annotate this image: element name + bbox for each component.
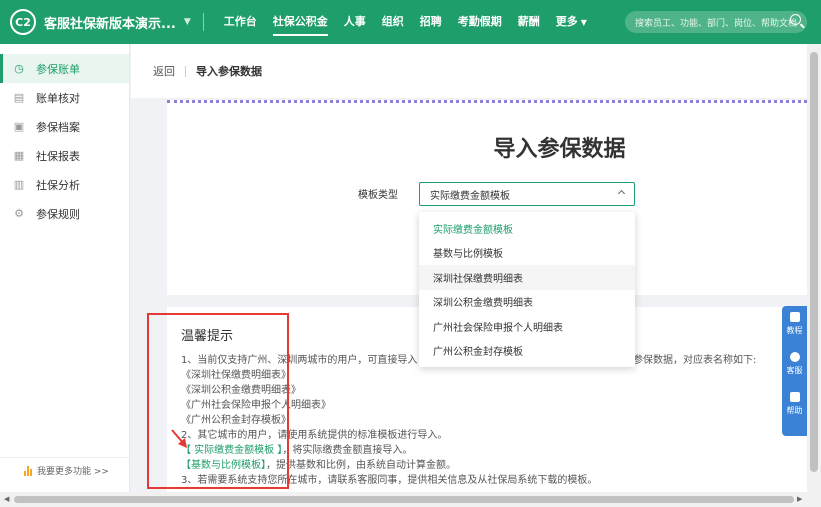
customer-service-button[interactable]: 客服 <box>787 352 803 392</box>
sidebar-item-report[interactable]: ▦ 社保报表 <box>0 141 129 170</box>
help-doc-icon <box>789 392 800 402</box>
sidebar-item-archive[interactable]: ▣ 参保档案 <box>0 112 129 141</box>
global-search-input[interactable]: 搜索员工、功能、部门、岗位、帮助文档 <box>625 11 807 33</box>
vertical-scroll-thumb[interactable] <box>810 52 818 472</box>
nav-hr[interactable]: 人事 <box>336 0 374 44</box>
template-dropdown-menu: 实际缴费金额模板 基数与比例模板 深圳社保缴费明细表 深圳公积金缴费明细表 广州… <box>419 212 635 367</box>
dropdown-option[interactable]: 实际缴费金额模板 <box>419 216 635 241</box>
floating-help-panel: 教程 客服 帮助 <box>782 306 807 436</box>
breadcrumb: 返回 导入参保数据 <box>131 44 807 98</box>
more-features-label: 我要更多功能 >> <box>37 467 109 477</box>
scroll-right-icon[interactable]: ▶ <box>797 495 802 503</box>
annotation-highlight-box <box>147 313 289 489</box>
tutorial-label: 教程 <box>786 326 803 335</box>
nav-attendance[interactable]: 考勤假期 <box>450 0 510 44</box>
more-features-link[interactable]: 我要更多功能 >> <box>0 457 129 483</box>
dropdown-option[interactable]: 基数与比例模板 <box>419 241 635 266</box>
main-nav: 工作台 社保公积金 人事 组织 招聘 考勤假期 薪酬 更多 ▼ <box>216 0 595 44</box>
template-type-select[interactable]: 实际缴费金额模板 <box>419 182 635 206</box>
page-title: 导入参保数据 <box>493 137 626 162</box>
tutorial-icon <box>789 312 800 322</box>
horizontal-scroll-thumb[interactable] <box>14 496 794 503</box>
nav-social-security[interactable]: 社保公积金 <box>265 0 336 44</box>
analysis-chart-icon: ▥ <box>13 178 25 191</box>
breadcrumb-current: 导入参保数据 <box>196 65 262 78</box>
bill-icon: ◷ <box>14 62 24 75</box>
sidebar-item-rules[interactable]: ⚙ 参保规则 <box>0 199 129 228</box>
tips-line-1-tail: 参保数据，对应表名称如下: <box>633 355 757 366</box>
nav-recruitment[interactable]: 招聘 <box>412 0 450 44</box>
chevron-up-icon <box>617 189 626 198</box>
top-navbar: C2 客服社保新版本演示... ▼ 工作台 社保公积金 人事 组织 招聘 考勤假… <box>0 0 821 44</box>
sidebar: ◷ 参保账单 ▤ 账单核对 ▣ 参保档案 ▦ 社保报表 ▥ 社保分析 ⚙ 参保规… <box>0 44 130 507</box>
sidebar-item-label: 账单核对 <box>36 91 80 105</box>
sidebar-item-label: 参保档案 <box>36 120 80 134</box>
settings-rule-icon: ⚙ <box>14 207 24 220</box>
nav-payroll[interactable]: 薪酬 <box>510 0 548 44</box>
sidebar-item-label: 参保账单 <box>36 62 80 76</box>
sidebar-item-label: 参保规则 <box>36 207 80 221</box>
help-button[interactable]: 帮助 <box>787 392 803 432</box>
app-title[interactable]: 客服社保新版本演示... <box>44 13 176 32</box>
chevron-down-icon[interactable]: ▼ <box>184 17 191 27</box>
report-icon: ▦ <box>13 149 25 162</box>
template-type-label: 模板类型 <box>358 190 398 201</box>
divider <box>185 65 186 77</box>
tips-template-1-desc: ，将实际缴费金额直接导入。 <box>282 445 413 456</box>
sidebar-item-bill-check[interactable]: ▤ 账单核对 <box>0 83 129 112</box>
nav-more-label: 更多 <box>555 15 578 28</box>
help-label: 帮助 <box>786 406 803 415</box>
chat-icon <box>789 352 800 362</box>
chevron-down-icon: ▼ <box>580 18 587 27</box>
nav-workbench[interactable]: 工作台 <box>216 0 265 44</box>
nav-more[interactable]: 更多 ▼ <box>548 0 595 44</box>
scroll-left-icon[interactable]: ◀ <box>4 495 9 503</box>
customer-service-label: 客服 <box>786 366 803 375</box>
divider <box>202 13 204 31</box>
nav-organization[interactable]: 组织 <box>374 0 412 44</box>
sidebar-item-label: 社保报表 <box>36 149 80 163</box>
company-logo: C2 <box>10 9 36 35</box>
sidebar-item-billing[interactable]: ◷ 参保账单 <box>0 54 129 83</box>
dropdown-option[interactable]: 广州公积金封存模板 <box>419 339 635 364</box>
archive-icon: ▣ <box>13 120 25 133</box>
search-placeholder: 搜索员工、功能、部门、岗位、帮助文档 <box>635 18 798 29</box>
dropdown-option[interactable]: 深圳社保缴费明细表 <box>419 265 635 290</box>
check-list-icon: ▤ <box>13 91 25 104</box>
dropdown-option[interactable]: 深圳公积金缴费明细表 <box>419 290 635 315</box>
sidebar-item-analysis[interactable]: ▥ 社保分析 <box>0 170 129 199</box>
tips-template-2-desc: ，提供基数和比例，由系统自动计算金额。 <box>266 460 456 471</box>
vertical-scrollbar[interactable] <box>807 44 821 492</box>
tutorial-button[interactable]: 教程 <box>787 312 803 352</box>
annotation-arrow-icon <box>171 429 187 448</box>
bar-chart-icon <box>24 465 32 476</box>
horizontal-scrollbar[interactable]: ◀ ▶ <box>0 492 821 507</box>
dropdown-option[interactable]: 广州社会保险申报个人明细表 <box>419 314 635 339</box>
search-icon[interactable] <box>790 14 801 25</box>
template-select-value: 实际缴费金额模板 <box>430 190 510 202</box>
back-link[interactable]: 返回 <box>153 63 175 79</box>
sidebar-item-label: 社保分析 <box>36 178 80 192</box>
